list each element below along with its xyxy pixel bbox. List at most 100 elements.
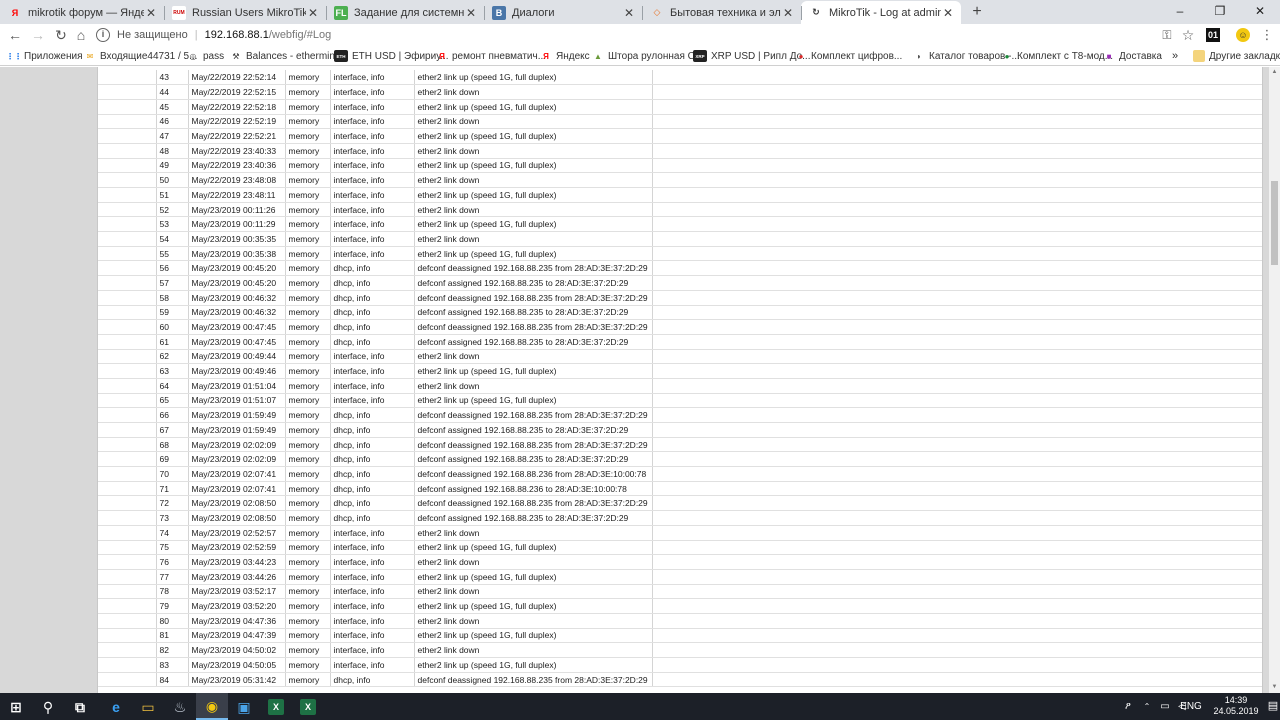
log-row[interactable]: 54 May/23/2019 00:35:35 memory interface, i… xyxy=(98,231,1262,247)
log-row-selector-cell[interactable] xyxy=(98,598,157,614)
log-row[interactable]: 49 May/22/2019 23:40:36 memory interface, i… xyxy=(98,158,1262,174)
log-row[interactable]: 63 May/23/2019 00:49:46 memory interface, i… xyxy=(98,363,1262,379)
tab-close-icon[interactable]: ✕ xyxy=(306,6,320,20)
log-row-selector-cell[interactable] xyxy=(98,114,157,130)
log-row-selector-cell[interactable] xyxy=(98,495,157,512)
minimize-button[interactable]: – xyxy=(1160,0,1200,24)
browser-tab[interactable]: В Диалоги ✕ xyxy=(484,1,642,24)
log-row[interactable]: 61 May/23/2019 00:47:45 memory dhcp, info de… xyxy=(98,334,1262,350)
log-row-selector-cell[interactable] xyxy=(98,569,157,585)
scroll-up-icon[interactable]: ▲ xyxy=(1269,67,1280,78)
log-row[interactable]: 75 May/23/2019 02:52:59 memory interface, i… xyxy=(98,540,1262,556)
log-row[interactable]: 46 May/22/2019 22:52:19 memory interface, i… xyxy=(98,114,1262,130)
log-row-selector-cell[interactable] xyxy=(98,216,157,233)
log-row[interactable]: 44 May/22/2019 22:52:15 memory interface, i… xyxy=(98,84,1262,100)
log-row-selector-cell[interactable] xyxy=(98,657,157,673)
tab-close-icon[interactable]: ✕ xyxy=(144,6,158,20)
taskbar-excel-2-button[interactable]: X xyxy=(292,693,324,720)
log-row[interactable]: 80 May/23/2019 04:47:36 memory interface, i… xyxy=(98,613,1262,629)
log-row[interactable]: 58 May/23/2019 00:46:32 memory dhcp, info de… xyxy=(98,290,1262,306)
log-row-selector-cell[interactable] xyxy=(98,628,157,644)
scroll-thumb[interactable] xyxy=(1271,181,1278,265)
bookmark-item[interactable]: ETH ETH USD | Эфириу... xyxy=(334,48,449,64)
log-row[interactable]: 57 May/23/2019 00:45:20 memory dhcp, info de… xyxy=(98,275,1262,291)
log-row[interactable]: 83 May/23/2019 04:50:05 memory interface, i… xyxy=(98,657,1262,673)
log-row-selector-cell[interactable] xyxy=(98,128,157,144)
bookmark-item[interactable]: ▲ Штора рулонная С... xyxy=(592,48,703,64)
log-row[interactable]: 62 May/23/2019 00:49:44 memory interface, i… xyxy=(98,349,1262,365)
tab-close-icon[interactable]: ✕ xyxy=(781,6,795,20)
log-row[interactable]: 55 May/23/2019 00:35:38 memory interface, i… xyxy=(98,246,1262,262)
log-row[interactable]: 60 May/23/2019 00:47:45 memory dhcp, info de… xyxy=(98,319,1262,335)
log-row[interactable]: 73 May/23/2019 02:08:50 memory dhcp, info de… xyxy=(98,510,1262,526)
log-row-selector-cell[interactable] xyxy=(98,349,157,365)
tray-clock[interactable]: 14:39 24.05.2019 xyxy=(1204,695,1268,717)
scroll-down-icon[interactable]: ▼ xyxy=(1269,682,1280,693)
back-button[interactable]: ← xyxy=(6,26,24,44)
menu-icon[interactable]: ⋮ xyxy=(1259,27,1275,43)
bookmark-item[interactable]: ● Комплект с T8-мод... xyxy=(1001,48,1114,64)
bookmark-item[interactable]: ⚒ Balances - ethermin... xyxy=(230,48,343,64)
log-row[interactable]: 76 May/23/2019 03:44:23 memory interface, i… xyxy=(98,554,1262,570)
log-row-selector-cell[interactable] xyxy=(98,642,157,658)
log-row[interactable]: 77 May/23/2019 03:44:26 memory interface, i… xyxy=(98,569,1262,585)
log-row[interactable]: 74 May/23/2019 02:52:57 memory interface, i… xyxy=(98,525,1262,541)
browser-tab[interactable]: RUM Russian Users MikroTik | Форум✕ xyxy=(164,1,326,24)
info-icon[interactable]: i xyxy=(96,28,110,42)
log-row-selector-cell[interactable] xyxy=(98,172,157,188)
log-row[interactable]: 53 May/23/2019 00:11:29 memory interface, i… xyxy=(98,216,1262,233)
log-row-selector-cell[interactable] xyxy=(98,554,157,570)
language-indicator[interactable]: ENG xyxy=(1176,693,1206,720)
bookmark-item[interactable]: ■ Доставка xyxy=(1103,48,1162,64)
log-row-selector-cell[interactable] xyxy=(98,613,157,629)
log-row[interactable]: 50 May/22/2019 23:48:08 memory interface, i… xyxy=(98,172,1262,188)
browser-tab[interactable]: ↻ MikroTik - Log at admin@192.16✕ xyxy=(801,1,961,24)
log-row[interactable]: 81 May/23/2019 04:47:39 memory interface, i… xyxy=(98,628,1262,644)
people-icon[interactable]: ዖ xyxy=(1118,693,1138,720)
taskbar-steam-button[interactable]: ♨ xyxy=(164,693,196,720)
star-icon[interactable]: ☆ xyxy=(1180,27,1196,43)
bookmark-item[interactable]: Яремонт пневматич... xyxy=(436,48,546,64)
log-row[interactable]: 52 May/23/2019 00:11:26 memory interface, i… xyxy=(98,202,1262,218)
tab-close-icon[interactable]: ✕ xyxy=(622,6,636,20)
reload-button[interactable]: ↻ xyxy=(52,26,70,44)
new-tab-button[interactable]: + xyxy=(968,3,986,21)
taskbar-chrome-button[interactable]: ◉ xyxy=(196,693,228,720)
taskbar-search-button[interactable]: ⚲ xyxy=(32,693,64,720)
log-row-selector-cell[interactable] xyxy=(98,275,157,291)
log-row-selector-cell[interactable] xyxy=(98,187,157,203)
log-row[interactable]: 43 May/22/2019 22:52:14 memory interface, i… xyxy=(98,70,1262,86)
taskbar-explorer-button[interactable]: ▭ xyxy=(132,693,164,720)
log-row-selector-cell[interactable] xyxy=(98,305,157,321)
log-row-selector-cell[interactable] xyxy=(98,231,157,247)
bookmark-item[interactable]: ⋮⋮ Приложения xyxy=(6,48,83,64)
log-row[interactable]: 79 May/23/2019 03:52:20 memory interface, i… xyxy=(98,598,1262,614)
tab-close-icon[interactable]: ✕ xyxy=(464,6,478,20)
bookmark-item[interactable]: XRP XRP USD | Рипл До... xyxy=(693,48,811,64)
taskbar-winbox-button[interactable]: ▣ xyxy=(228,693,260,720)
log-row-selector-cell[interactable] xyxy=(98,378,157,394)
log-row[interactable]: 59 May/23/2019 00:46:32 memory dhcp, info de… xyxy=(98,305,1262,321)
home-button[interactable]: ⌂ xyxy=(72,26,90,44)
log-row-selector-cell[interactable] xyxy=(98,481,157,497)
browser-tab[interactable]: ◇ Бытовая техника и электроника✕ xyxy=(642,1,801,24)
log-row-selector-cell[interactable] xyxy=(98,393,157,409)
log-row-selector-cell[interactable] xyxy=(98,437,157,453)
log-row-selector-cell[interactable] xyxy=(98,525,157,541)
address-bar[interactable]: i Не защищено | 192.168.88.1/webfig/#Log xyxy=(96,26,1158,44)
log-row-selector-cell[interactable] xyxy=(98,246,157,262)
log-row[interactable]: 69 May/23/2019 02:02:09 memory dhcp, info de… xyxy=(98,451,1262,468)
other-bookmarks-folder[interactable]: Другие закладки xyxy=(1193,48,1280,64)
log-row[interactable]: 78 May/23/2019 03:52:17 memory interface, i… xyxy=(98,584,1262,600)
log-row[interactable]: 56 May/23/2019 00:45:20 memory dhcp, info de… xyxy=(98,260,1262,277)
extension-icon[interactable]: 01 xyxy=(1206,28,1220,42)
forward-button[interactable]: → xyxy=(29,26,47,44)
log-row[interactable]: 64 May/23/2019 01:51:04 memory interface, i… xyxy=(98,378,1262,394)
log-row[interactable]: 68 May/23/2019 02:02:09 memory dhcp, info de… xyxy=(98,437,1262,453)
network-icon[interactable]: ▭ xyxy=(1156,693,1174,720)
log-row-selector-cell[interactable] xyxy=(98,319,157,335)
key-icon[interactable]: ⚿ xyxy=(1159,27,1175,43)
log-row-selector-cell[interactable] xyxy=(98,407,157,423)
log-row[interactable]: 47 May/22/2019 22:52:21 memory interface, i… xyxy=(98,128,1262,144)
log-row[interactable]: 66 May/23/2019 01:59:49 memory dhcp, info de… xyxy=(98,407,1262,423)
